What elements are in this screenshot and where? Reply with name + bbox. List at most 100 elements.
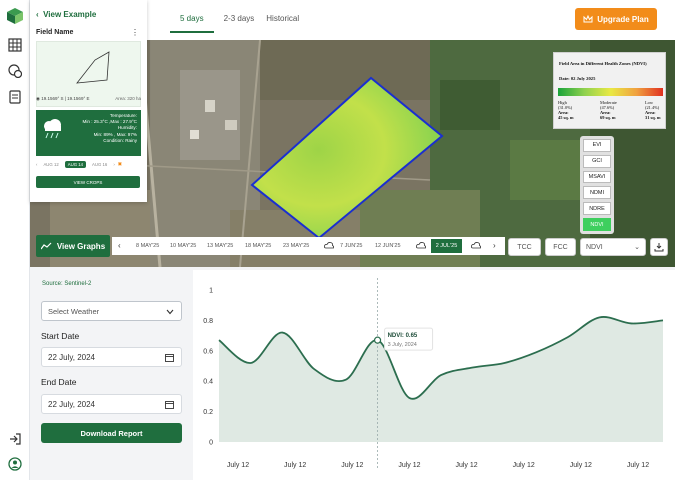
timeline-prev-icon[interactable]: ‹ (118, 241, 121, 250)
weather-select[interactable]: Select Weather (41, 301, 182, 321)
legend-date: Date: 02 July 2025 (559, 76, 596, 81)
y-tick-label: 0 (209, 440, 213, 447)
start-date-value: 22 July, 2024 (48, 352, 95, 362)
legend-zone-high: High (31.0%) Area: 45 sq. m (558, 100, 574, 120)
more-options-icon[interactable]: ⋮ (131, 28, 139, 37)
index-dropdown[interactable]: NDVI ⌄ (580, 238, 646, 256)
rain-cloud-icon (44, 119, 61, 139)
cloud-icon (324, 242, 334, 249)
timeline-date[interactable]: 18 MAY'25 (245, 243, 271, 249)
index-selector: EVI GCI MSAVI NDMI NDRE NDVI (580, 136, 614, 234)
crown-icon (583, 15, 593, 23)
timeline-date-selected[interactable]: 2 JUL'25 (431, 239, 462, 253)
chevron-down-icon: ⌄ (634, 244, 640, 251)
chevron-left-icon[interactable]: ‹ (36, 162, 37, 167)
date-chip-selected[interactable]: AUG 14 (64, 160, 87, 168)
chevron-down-icon (166, 309, 174, 315)
x-tick-label: July 12 (227, 462, 249, 469)
y-tick-label: 0.2 (203, 409, 213, 416)
view-graphs-button[interactable]: View Graphs (36, 235, 110, 257)
legend-title: Field Area in Different Health Zones (ND… (559, 61, 647, 66)
back-link[interactable]: ‹ View Example (36, 10, 96, 19)
calendar-icon[interactable] (165, 400, 174, 409)
fcc-button[interactable]: FCC (545, 238, 576, 256)
calendar-icon[interactable]: ▣ (118, 161, 122, 167)
timeline-date[interactable]: 8 MAY'25 (136, 243, 159, 249)
timeline-date[interactable]: 7 JUN'25 (340, 243, 362, 249)
ndvi-chart-svg: 0 0.2 0.4 0.6 0.8 1 NDVI: 0.65 3 July, 2024 July… (203, 278, 664, 469)
end-date-label: End Date (41, 377, 77, 387)
index-gci-button[interactable]: GCI (583, 154, 611, 168)
view-crops-button[interactable]: VIEW CROPS (36, 176, 140, 188)
x-tick-label: July 12 (341, 462, 363, 469)
view-graphs-label: View Graphs (56, 241, 106, 251)
legend-zone-low: Low (21.4%) Area: 31 sq. m (645, 100, 661, 120)
weather-card: Temperature: Min : 25.3°C ,Max : 27.9°C … (36, 110, 141, 156)
app-logo[interactable] (5, 6, 25, 26)
currency-icon[interactable] (8, 64, 22, 78)
y-tick-label: 1 (209, 288, 213, 295)
tab-historical[interactable]: Historical (264, 10, 309, 33)
tooltip-date: 3 July, 2024 (388, 342, 417, 348)
index-ndre-button[interactable]: NDRE (583, 202, 611, 216)
index-dropdown-value: NDVI (586, 243, 603, 251)
index-msavi-button[interactable]: MSAVI (583, 170, 611, 184)
left-rail (0, 0, 30, 480)
timeline-next-icon[interactable]: › (493, 241, 496, 250)
forecast-tabs: 5 days 2-3 days Historical (170, 10, 309, 33)
weather-details: Temperature: Min : 25.3°C ,Max : 27.9°C … (82, 113, 137, 143)
field-name: Field Name (36, 29, 74, 36)
report-panel: Source: Sentinel-2 Select Weather Start … (30, 267, 192, 480)
index-ndvi-button[interactable]: NDVI (583, 218, 611, 231)
download-icon (654, 243, 664, 252)
chart-line-icon (40, 242, 52, 250)
start-date-field[interactable]: 22 July, 2024 (41, 347, 182, 367)
field-area: Area: 320 ha (115, 96, 141, 101)
index-evi-button[interactable]: EVI (583, 139, 611, 152)
tab-5-days[interactable]: 5 days (170, 10, 214, 33)
x-tick-label: July 12 (570, 462, 592, 469)
x-tick-label: July 12 (398, 462, 420, 469)
logout-icon[interactable] (8, 432, 22, 446)
upgrade-plan-button[interactable]: Upgrade Plan (575, 8, 657, 30)
download-image-button[interactable] (650, 238, 668, 256)
download-report-button[interactable]: Download Report (41, 423, 182, 443)
y-tick-label: 0.6 (203, 348, 213, 355)
chevron-right-icon[interactable]: › (113, 162, 114, 167)
index-ndmi-button[interactable]: NDMI (583, 186, 611, 200)
weather-select-placeholder: Select Weather (48, 306, 100, 316)
grid-icon[interactable] (8, 38, 22, 52)
tcc-button[interactable]: TCC (508, 238, 541, 256)
end-date-value: 22 July, 2024 (48, 399, 95, 409)
tab-2-3-days[interactable]: 2-3 days (214, 10, 265, 33)
date-chip[interactable]: AUG 16 (89, 161, 110, 168)
end-date-field[interactable]: 22 July, 2024 (41, 394, 182, 414)
x-tick-label: July 12 (627, 462, 649, 469)
y-tick-label: 0.4 (203, 379, 213, 386)
date-timeline: ‹ 8 MAY'25 10 MAY'25 13 MAY'25 18 MAY'25… (112, 237, 505, 255)
legend-gradient (558, 88, 663, 96)
tooltip-value: NDVI: 0.65 (388, 333, 418, 339)
timeline-date[interactable]: 10 MAY'25 (170, 243, 196, 249)
timeline-date[interactable]: 12 JUN'25 (375, 243, 401, 249)
field-coordinates: ◉ 19.1569° S | 19.1569° E (36, 96, 90, 101)
upgrade-plan-label: Upgrade Plan (597, 14, 649, 24)
calendar-icon[interactable] (165, 353, 174, 362)
timeline-date[interactable]: 13 MAY'25 (207, 243, 233, 249)
cloud-icon (471, 242, 481, 249)
y-tick-label: 0.8 (203, 318, 213, 325)
timeline-date[interactable]: 23 MAY'25 (283, 243, 309, 249)
x-tick-label: July 12 (284, 462, 306, 469)
x-tick-label: July 12 (455, 462, 477, 469)
legend-zone-moderate: Moderate (47.6%) Area: 69 sq. m (600, 100, 617, 120)
document-icon[interactable] (8, 90, 22, 104)
health-zones-legend: Field Area in Different Health Zones (ND… (553, 52, 666, 129)
field-card: ‹ View Example Field Name ⋮ ◉ 19.1569° S… (30, 0, 147, 202)
cloud-icon (416, 242, 426, 249)
x-tick-label: July 12 (513, 462, 535, 469)
hover-point (373, 336, 382, 344)
user-avatar-icon[interactable] (8, 457, 22, 471)
data-source: Source: Sentinel-2 (42, 281, 92, 287)
date-chip[interactable]: AUG 12 (40, 161, 61, 168)
ndvi-chart: 0 0.2 0.4 0.6 0.8 1 NDVI: 0.65 3 July, 2024 July… (193, 270, 675, 480)
